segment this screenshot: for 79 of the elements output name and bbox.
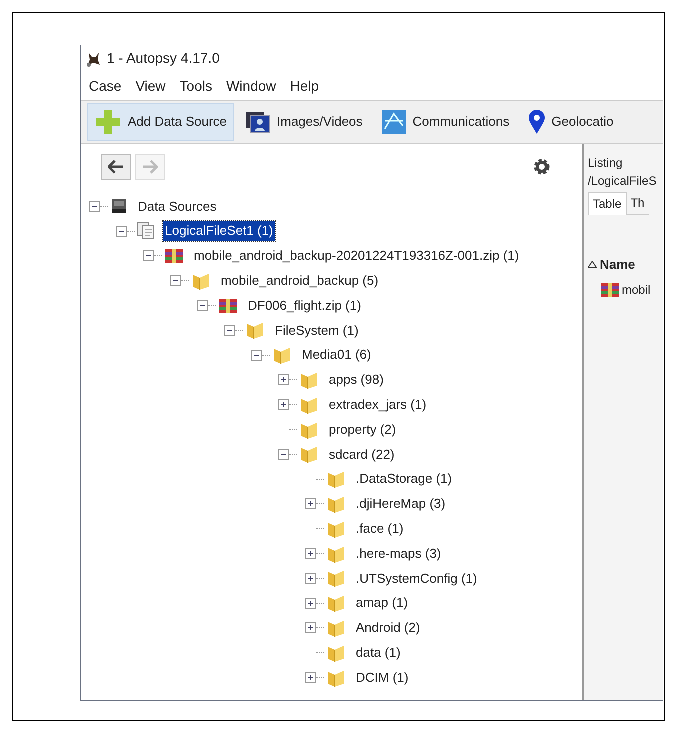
tree-item[interactable]: property (2)	[327, 420, 398, 440]
collapse-toggle[interactable]	[116, 226, 127, 237]
window-title: 1 - Autopsy 4.17.0	[107, 49, 220, 68]
tree-item[interactable]: LogicalFileSet1 (1)	[163, 221, 276, 241]
tree-item[interactable]: sdcard (22)	[327, 444, 397, 464]
collapse-toggle[interactable]	[251, 350, 262, 361]
tree-item[interactable]: mobile_android_backup-20201224T193316Z-001.zip (1)	[192, 246, 522, 266]
tree-item[interactable]: Android (2)	[354, 618, 422, 638]
expand-toggle[interactable]	[278, 374, 289, 386]
tree-item[interactable]: data (1)	[354, 642, 403, 662]
expand-toggle[interactable]	[305, 548, 316, 560]
tree-item[interactable]: .face (1)	[354, 519, 406, 538]
collapse-toggle[interactable]	[224, 324, 235, 336]
plus-icon	[307, 624, 314, 632]
photos-icon	[245, 109, 272, 135]
map-pin-icon	[528, 109, 546, 135]
toolbar-button[interactable]: Geolocatio	[520, 103, 621, 141]
folder-icon	[326, 568, 346, 588]
menu-item[interactable]: Tools	[180, 76, 212, 96]
toolbar-button[interactable]: Images/Videos	[238, 103, 370, 141]
table-cell-text: mobil	[622, 282, 651, 298]
expand-toggle[interactable]	[278, 399, 289, 410]
menu-item[interactable]: Case	[89, 76, 122, 96]
back-button[interactable]	[101, 154, 131, 180]
tree-item[interactable]: .here-maps (3)	[354, 544, 444, 564]
folder-icon	[326, 593, 346, 614]
plus-icon	[280, 401, 287, 408]
collapse-toggle[interactable]	[170, 275, 181, 286]
tree-item[interactable]: DF006_flight.zip (1)	[246, 296, 364, 316]
collapse-toggle[interactable]	[143, 250, 154, 262]
tree-item[interactable]: DCIM (1)	[354, 668, 411, 688]
plus-icon	[307, 600, 314, 607]
tree-item[interactable]: extradex_jars (1)	[327, 395, 429, 415]
menu-item[interactable]: Help	[290, 76, 320, 96]
tree-item[interactable]: .UTSystemConfig (1)	[354, 568, 480, 588]
tab[interactable]: Th	[626, 192, 649, 215]
toolbar-button[interactable]: Add Data Source	[87, 103, 234, 141]
tree-item[interactable]: .djiHereMap (3)	[354, 494, 448, 514]
plus-icon	[307, 574, 314, 582]
expand-toggle[interactable]	[305, 672, 316, 684]
folder-icon	[272, 345, 292, 366]
archive-icon	[164, 248, 184, 264]
listing-path: /LogicalFileS	[588, 173, 658, 190]
folder-icon	[326, 469, 346, 490]
expand-toggle[interactable]	[305, 622, 316, 634]
documents-icon	[137, 222, 155, 240]
settings-icon	[532, 157, 552, 177]
toolbar-button[interactable]: Communications	[374, 103, 517, 141]
drive-icon	[110, 198, 128, 214]
left-arrow-icon	[108, 160, 124, 174]
folder-icon	[245, 320, 265, 340]
collapse-toggle[interactable]	[197, 300, 208, 312]
collapse-toggle[interactable]	[278, 448, 289, 460]
tree-item[interactable]: apps (98)	[327, 370, 386, 390]
plus-icon	[94, 108, 122, 136]
expand-toggle[interactable]	[305, 498, 316, 510]
right-arrow-icon	[142, 160, 158, 174]
column-header[interactable]: Name	[600, 255, 636, 274]
folder-icon	[299, 444, 319, 464]
tree-item[interactable]: FileSystem (1)	[273, 320, 361, 340]
tree-item[interactable]: .DataStorage (1)	[354, 469, 454, 489]
menu-item[interactable]: Window	[226, 76, 276, 96]
archive-icon	[218, 298, 238, 314]
expand-toggle[interactable]	[305, 598, 316, 609]
archive-icon	[600, 282, 620, 298]
plus-icon	[307, 500, 314, 508]
expand-toggle[interactable]	[305, 572, 316, 584]
tab[interactable]: Table	[588, 192, 627, 215]
tree-item[interactable]: mobile_android_backup (5)	[219, 271, 381, 291]
plus-icon	[280, 376, 287, 384]
collapse-toggle[interactable]	[89, 200, 100, 212]
tree-item[interactable]: Data Sources	[136, 196, 219, 216]
network-icon	[380, 109, 407, 135]
listing-title: Listing	[588, 155, 624, 172]
tree-item[interactable]: amap (1)	[354, 593, 410, 613]
tree-item[interactable]: Media01 (6)	[300, 345, 374, 365]
plus-icon	[307, 674, 314, 682]
plus-icon	[307, 550, 314, 558]
menu-item[interactable]: View	[136, 76, 166, 96]
